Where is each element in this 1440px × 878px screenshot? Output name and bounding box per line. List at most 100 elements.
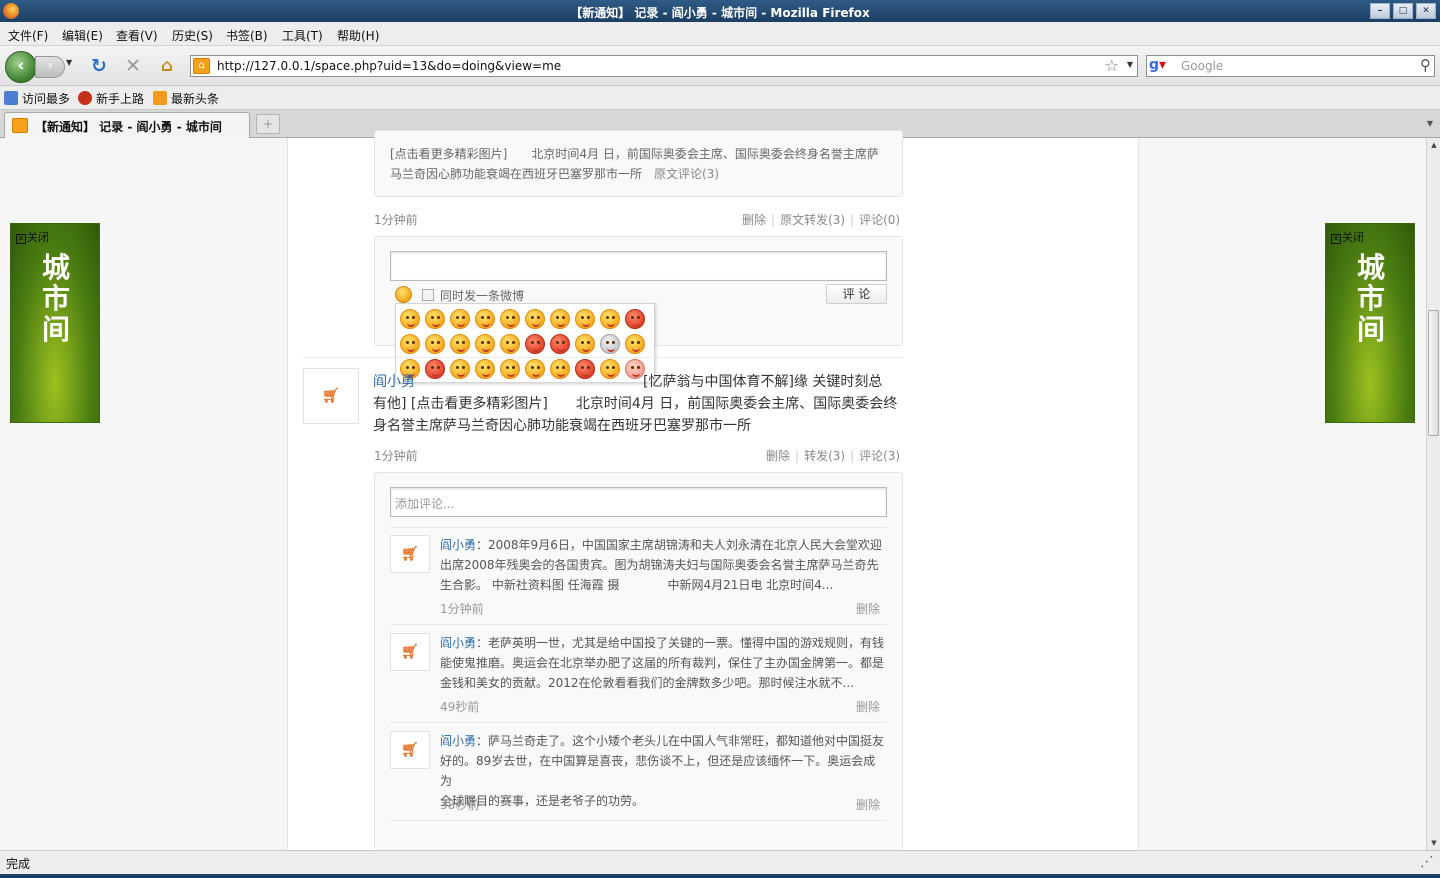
post1-delete-link[interactable]: 删除 (742, 213, 766, 227)
bookmark-star-icon[interactable]: ☆ (1105, 56, 1119, 75)
emoji-trigger-icon[interactable] (395, 286, 412, 303)
post2-repost-link[interactable]: 转发(3) (804, 449, 845, 463)
comment-time: 38秒前 (440, 798, 480, 812)
submit-comment-button[interactable]: 评 论 (826, 284, 887, 304)
emoji-icon[interactable] (550, 309, 570, 329)
minimize-button[interactable]: – (1370, 3, 1390, 19)
emoji-icon[interactable] (500, 309, 520, 329)
comment-divider (390, 624, 886, 625)
emoji-icon[interactable] (450, 309, 470, 329)
search-icon[interactable]: ⚲ (1420, 56, 1431, 74)
comment-avatar[interactable]: 🛒︎ (390, 633, 430, 671)
search-placeholder[interactable]: Google (1181, 59, 1223, 73)
url-dropdown-icon[interactable]: ▼ (1127, 60, 1133, 69)
comment-time: 1分钟前 (440, 602, 484, 616)
maximize-button[interactable]: □ (1393, 3, 1413, 19)
vertical-scrollbar[interactable]: ▲ ▼ (1426, 138, 1440, 850)
menu-history[interactable]: 历史(S) (172, 27, 213, 44)
emoji-icon[interactable] (450, 334, 470, 354)
post1-comment-link[interactable]: 评论(0) (859, 213, 900, 227)
post2-comment-input[interactable]: 添加评论... (390, 487, 887, 517)
cart-icon: 🛒︎ (401, 644, 419, 660)
address-bar[interactable]: ⌂ http://127.0.0.1/space.php?uid=13&do=d… (190, 55, 1138, 77)
back-arrow-icon: ‹ (17, 55, 25, 76)
emoji-icon[interactable] (500, 334, 520, 354)
menu-help[interactable]: 帮助(H) (337, 27, 379, 44)
post2-actions: 删除 | 转发(3) | 评论(3) (766, 449, 901, 463)
left-floating-ad[interactable]: ✕ 关闭 城市间 (10, 223, 100, 423)
post2-delete-link[interactable]: 删除 (766, 449, 790, 463)
resize-grip-icon[interactable]: ⋰ (1420, 854, 1434, 870)
ad-close-button[interactable]: ✕ 关闭 (16, 229, 49, 245)
close-icon: ✕ (16, 234, 26, 244)
menu-tools[interactable]: 工具(T) (282, 27, 323, 44)
emoji-icon[interactable] (575, 334, 595, 354)
post-divider (303, 357, 903, 358)
menu-view[interactable]: 查看(V) (116, 27, 158, 44)
scrollbar-thumb[interactable] (1428, 310, 1439, 436)
post2-comment-link[interactable]: 评论(3) (859, 449, 900, 463)
post2-author-link[interactable]: 阎小勇 (373, 374, 415, 390)
emoji-icon[interactable] (475, 334, 495, 354)
emoji-icon[interactable] (600, 334, 620, 354)
emoji-icon[interactable] (525, 334, 545, 354)
emoji-icon[interactable] (625, 309, 645, 329)
post2-avatar[interactable]: 🛒︎ (303, 368, 359, 424)
google-engine-icon[interactable]: g▾ (1149, 57, 1177, 75)
tab-list-icon[interactable]: ▼ (1422, 114, 1438, 134)
emoji-icon[interactable] (400, 309, 420, 329)
post1-repost-link[interactable]: 原文转发(3) (780, 213, 845, 227)
comment-delete-link[interactable]: 删除 (856, 600, 880, 617)
rss-feed-icon (153, 91, 167, 105)
search-bar[interactable]: g▾ Google ⚲ (1146, 55, 1435, 77)
emoji-icon[interactable] (475, 309, 495, 329)
emoji-icon[interactable] (550, 334, 570, 354)
new-tab-button[interactable]: + (256, 114, 280, 134)
comment-author-link[interactable]: 阎小勇 (440, 538, 476, 552)
comment-delete-link[interactable]: 删除 (856, 698, 880, 715)
cart-icon: 🛒︎ (322, 388, 340, 404)
bookmark-latest-headlines[interactable]: 最新头条 (153, 90, 219, 107)
bookmarks-toolbar: 访问最多 新手上路 最新头条 (0, 86, 1440, 110)
stop-icon[interactable]: ✕ (121, 54, 145, 78)
emoji-icon[interactable] (425, 309, 445, 329)
window-title: 【新通知】 记录 - 阎小勇 - 城市间 - Mozilla Firefox (570, 6, 870, 20)
close-window-button[interactable]: ✕ (1416, 3, 1436, 19)
post1-comment-input[interactable] (390, 251, 887, 281)
comment-text: 阎小勇：2008年9月6日，中国国家主席胡锦涛和夫人刘永清在北京人民大会堂欢迎 … (440, 538, 882, 592)
quoted-source-text: [点击看更多精彩图片] 北京时间4月 日，前国际奥委会主席、国际奥委会终身名誉主… (390, 147, 879, 181)
quoted-comments-link[interactable]: 原文评论(3) (654, 167, 719, 181)
ad-close-button[interactable]: ✕ 关闭 (1331, 229, 1364, 245)
emoji-icon[interactable] (400, 334, 420, 354)
menu-file[interactable]: 文件(F) (8, 27, 48, 44)
menu-bar: 文件(F) 编辑(E) 查看(V) 历史(S) 书签(B) 工具(T) 帮助(H… (0, 22, 1440, 46)
comment-divider (390, 722, 886, 723)
comment-avatar[interactable]: 🛒︎ (390, 535, 430, 573)
comment-delete-link[interactable]: 删除 (856, 796, 880, 813)
comment-text: 阎小勇：老萨英明一世，尤其是给中国投了关键的一票。懂得中国的游戏规则，有钱 能使… (440, 636, 885, 690)
menu-edit[interactable]: 编辑(E) (62, 27, 103, 44)
comment-author-link[interactable]: 阎小勇 (440, 734, 476, 748)
comment-avatar[interactable]: 🛒︎ (390, 731, 430, 769)
tab-active[interactable]: 【新通知】 记录 - 阎小勇 - 城市间 (4, 112, 250, 138)
comment-author-link[interactable]: 阎小勇 (440, 636, 476, 650)
right-floating-ad[interactable]: ✕ 关闭 城市间 (1325, 223, 1415, 423)
bookmark-getting-started[interactable]: 新手上路 (78, 90, 144, 107)
emoji-icon[interactable] (600, 309, 620, 329)
emoji-icon[interactable] (425, 334, 445, 354)
emoji-icon[interactable] (625, 334, 645, 354)
url-text[interactable]: http://127.0.0.1/space.php?uid=13&do=doi… (217, 59, 561, 73)
menu-bookmarks[interactable]: 书签(B) (226, 27, 268, 44)
back-button[interactable]: ‹ (5, 51, 37, 83)
emoji-icon[interactable] (575, 309, 595, 329)
sync-weibo-checkbox[interactable] (422, 289, 434, 301)
status-text: 完成 (6, 857, 31, 871)
home-icon[interactable]: ⌂ (155, 54, 179, 78)
bookmark-most-visited[interactable]: 访问最多 (4, 90, 70, 107)
scroll-up-icon[interactable]: ▲ (1427, 138, 1440, 152)
forward-button[interactable]: › (35, 56, 65, 78)
emoji-icon[interactable] (525, 309, 545, 329)
reload-icon[interactable]: ↻ (87, 54, 111, 78)
scroll-down-icon[interactable]: ▼ (1427, 836, 1440, 850)
history-dropdown-icon[interactable]: ▼ (66, 58, 72, 67)
